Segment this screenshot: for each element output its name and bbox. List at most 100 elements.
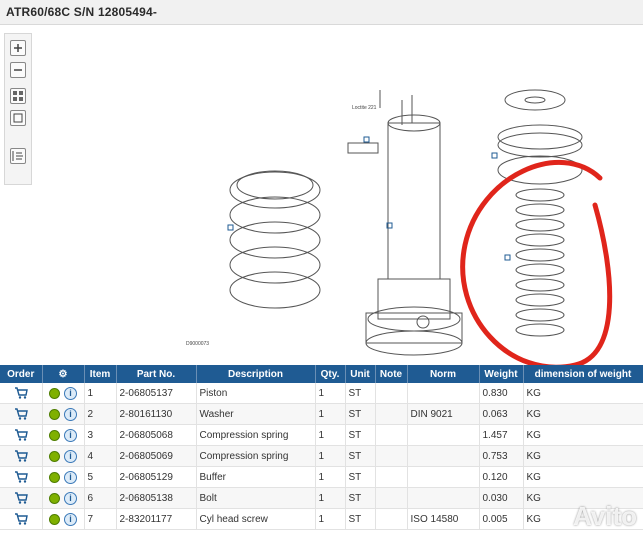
item-cell: 3 (84, 424, 117, 446)
dimension-cell: KG (523, 424, 643, 446)
compression-spring-large (229, 170, 321, 309)
info-icon[interactable]: i (64, 428, 77, 442)
description-cell: Washer (196, 403, 316, 425)
zoom-out-icon[interactable] (10, 62, 26, 78)
qty-cell: 1 (315, 445, 346, 467)
unit-cell: ST (345, 383, 376, 404)
item-cell: 1 (84, 383, 117, 404)
table-row: i 6 2-06805138 Bolt 1 ST 0.030 KG (0, 487, 643, 509)
col-actions[interactable]: ⚙ (42, 365, 85, 383)
weight-cell: 0.830 (479, 383, 524, 404)
info-icon[interactable]: i (64, 512, 77, 526)
gear-icon[interactable] (49, 387, 60, 399)
dimension-cell: KG (523, 383, 643, 404)
description-cell: Compression spring (196, 445, 316, 467)
weight-cell: 0.063 (479, 403, 524, 425)
unit-cell: ST (345, 445, 376, 467)
item-cell: 6 (84, 487, 117, 509)
item-cell: 7 (84, 508, 117, 530)
part-no-cell: 2-06805137 (116, 383, 197, 404)
export-icon[interactable] (10, 148, 26, 164)
qty-cell: 1 (315, 383, 346, 404)
cart-icon[interactable] (14, 492, 28, 504)
qty-cell: 1 (315, 403, 346, 425)
col-note[interactable]: Note (375, 365, 408, 383)
compression-spring-small (497, 155, 583, 337)
norm-cell: ISO 14580 (407, 508, 480, 530)
exploded-parts-drawing: Loctite 221 D9000073 (186, 89, 613, 370)
dimension-cell: KG (523, 466, 643, 488)
cart-icon[interactable] (14, 471, 28, 483)
info-icon[interactable]: i (64, 386, 77, 400)
note-cell (375, 508, 408, 530)
gear-icon[interactable] (49, 492, 60, 504)
col-unit[interactable]: Unit (345, 365, 376, 383)
qty-cell: 1 (315, 424, 346, 446)
gear-icon[interactable] (49, 513, 60, 525)
col-description[interactable]: Description (196, 365, 316, 383)
actions-cell: i (42, 508, 85, 530)
col-item[interactable]: Item (84, 365, 117, 383)
table-row: i 7 2-83201177 Cyl head screw 1 ST ISO 14580 0.… (0, 508, 643, 530)
note-cell (375, 383, 408, 404)
table-row: i 5 2-06805129 Buffer 1 ST 0.120 KG (0, 466, 643, 488)
item-cell: 5 (84, 466, 117, 488)
col-norm[interactable]: Norm (407, 365, 480, 383)
table-row: i 2 2-80161130 Washer 1 ST DIN 9021 0.063 KG (0, 403, 643, 425)
qty-cell: 1 (315, 508, 346, 530)
info-icon[interactable]: i (64, 491, 77, 505)
unit-cell: ST (345, 487, 376, 509)
description-cell: Piston (196, 383, 316, 404)
order-cell (0, 508, 43, 530)
fit-page-icon[interactable] (10, 110, 26, 126)
cart-icon[interactable] (14, 513, 28, 525)
part-no-cell: 2-80161130 (116, 403, 197, 425)
description-cell: Buffer (196, 466, 316, 488)
drawing-number: D9000073 (186, 341, 209, 347)
cart-icon[interactable] (14, 408, 28, 420)
note-cell (375, 403, 408, 425)
gear-icon[interactable] (49, 450, 60, 462)
actions-cell: i (42, 424, 85, 446)
info-icon[interactable]: i (64, 407, 77, 421)
actions-cell: i (42, 445, 85, 467)
cart-icon[interactable] (14, 387, 28, 399)
washer (497, 89, 583, 158)
gear-icon[interactable] (49, 429, 60, 441)
cart-icon[interactable] (14, 450, 28, 462)
part-no-cell: 2-06805138 (116, 487, 197, 509)
weight-cell: 0.030 (479, 487, 524, 509)
info-icon[interactable]: i (64, 449, 77, 463)
order-cell (0, 424, 43, 446)
info-icon[interactable]: i (64, 470, 77, 484)
actions-cell: i (42, 383, 85, 404)
drawing-viewer[interactable]: Loctite 221 D9000073 (0, 25, 643, 370)
norm-cell (407, 424, 480, 446)
cart-icon[interactable] (14, 429, 28, 441)
col-dimension[interactable]: dimension of weight (523, 365, 643, 383)
viewer-toolbar (4, 33, 32, 185)
col-part-no[interactable]: Part No. (116, 365, 197, 383)
order-cell (0, 383, 43, 404)
page-title: ATR60/68C S/N 12805494- (6, 5, 158, 19)
zoom-in-icon[interactable] (10, 40, 26, 56)
col-order[interactable]: Order (0, 365, 43, 383)
dimension-cell: KG (523, 403, 643, 425)
norm-cell (407, 487, 480, 509)
callout-label: Loctite 221 (352, 105, 377, 111)
gear-icon[interactable] (49, 471, 60, 483)
fit-icon[interactable] (10, 88, 26, 104)
norm-cell (407, 383, 480, 404)
note-cell (375, 424, 408, 446)
col-weight[interactable]: Weight (479, 365, 524, 383)
order-cell (0, 403, 43, 425)
part-no-cell: 2-06805068 (116, 424, 197, 446)
item-cell: 2 (84, 403, 117, 425)
weight-cell: 0.005 (479, 508, 524, 530)
gear-icon[interactable] (49, 408, 60, 420)
table-row: i 3 2-06805068 Compression spring 1 ST 1.457 KG (0, 424, 643, 446)
actions-cell: i (42, 403, 85, 425)
col-qty[interactable]: Qty. (315, 365, 346, 383)
part-no-cell: 2-06805129 (116, 466, 197, 488)
title-bar: ATR60/68C S/N 12805494- (0, 0, 643, 25)
